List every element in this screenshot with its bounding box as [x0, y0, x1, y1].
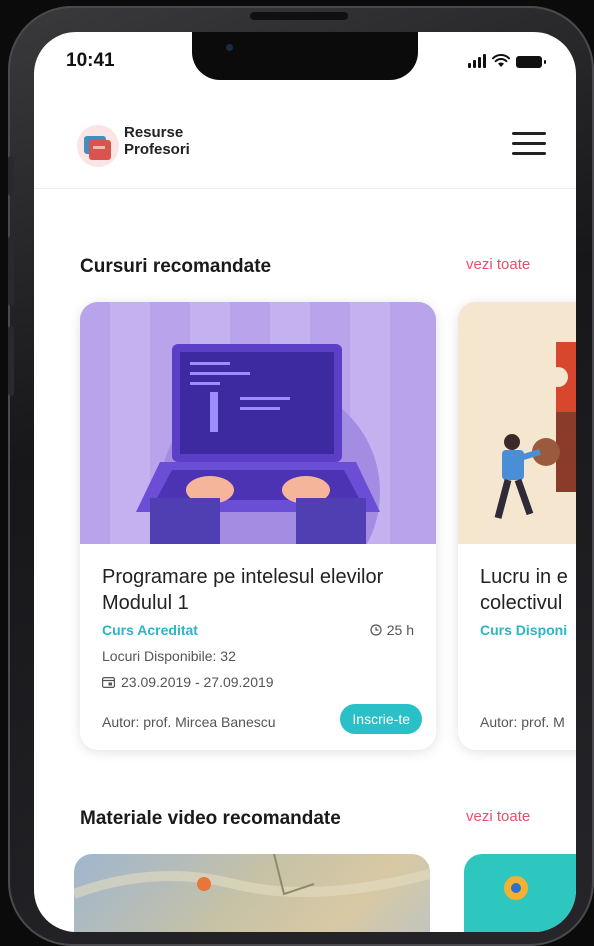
brand-line-1: Resurse — [124, 124, 184, 141]
status-time: 10:41 — [66, 50, 115, 71]
battery-icon — [516, 56, 546, 68]
notch — [192, 32, 418, 80]
app-screen: 10:41 Resurse Profesori Cursuri recomand… — [34, 32, 576, 932]
brand-name[interactable]: Resurse Profesori — [124, 124, 190, 158]
logo-icon[interactable] — [76, 124, 120, 168]
course-image-laptop — [80, 302, 436, 544]
course-dates: 23.09.2019 - 27.09.2019 — [102, 674, 274, 690]
front-camera — [226, 44, 233, 51]
course-title-line-2: Modulul 1 — [102, 592, 189, 614]
clock-icon — [370, 624, 382, 636]
volume-up-button — [8, 236, 14, 306]
course-card[interactable]: Programare pe intelesul elevilor Modulul… — [80, 302, 436, 750]
course-title[interactable]: Programare pe intelesul elevilor Modulul… — [102, 564, 422, 616]
course-title-line-2: colectivul — [480, 592, 563, 614]
video-thumbnail-map[interactable] — [74, 854, 430, 932]
course-title-line-1: Programare pe intelesul elevilor — [102, 566, 384, 588]
app-header: Resurse Profesori — [34, 112, 576, 189]
course-duration: 25 h — [370, 622, 414, 638]
hamburger-menu-icon[interactable] — [512, 132, 546, 158]
courses-section-title: Cursuri recomandate — [80, 256, 272, 277]
top-speaker-grille — [250, 12, 348, 20]
course-title[interactable]: Lucru in e colectivul — [480, 564, 576, 616]
course-seats: Locuri Disponibile: 32 — [102, 648, 236, 664]
volume-down-button — [8, 326, 14, 396]
mute-switch — [8, 156, 14, 196]
video-thumbnail-icon — [504, 876, 528, 900]
course-status-badge: Curs Acreditat — [102, 622, 198, 638]
status-icons — [468, 54, 546, 68]
course-author: Autor: prof. Mircea Banescu — [102, 714, 276, 730]
calendar-icon — [102, 677, 115, 688]
course-author: Autor: prof. M — [480, 714, 565, 730]
course-status-badge: Curs Disponi — [480, 622, 568, 638]
signal-icon — [468, 54, 486, 68]
course-card[interactable]: Lucru in e colectivul Curs Disponi Autor… — [458, 302, 576, 750]
enroll-button[interactable]: Inscrie-te — [340, 704, 422, 734]
courses-see-all-link[interactable]: vezi toate — [466, 256, 530, 273]
laptop-illustration — [80, 302, 436, 544]
map-thumbnail-image — [74, 854, 430, 899]
puzzle-illustration — [458, 302, 576, 544]
course-duration-value: 25 h — [386, 622, 414, 638]
videos-section-title: Materiale video recomandate — [80, 808, 341, 829]
course-image-puzzle — [458, 302, 576, 544]
videos-see-all-link[interactable]: vezi toate — [466, 808, 530, 825]
wifi-icon — [492, 54, 510, 67]
course-dates-value: 23.09.2019 - 27.09.2019 — [121, 674, 274, 690]
course-title-line-1: Lucru in e — [480, 566, 568, 588]
brand-line-2: Profesori — [124, 141, 190, 158]
video-thumbnail-teal[interactable] — [464, 854, 576, 932]
